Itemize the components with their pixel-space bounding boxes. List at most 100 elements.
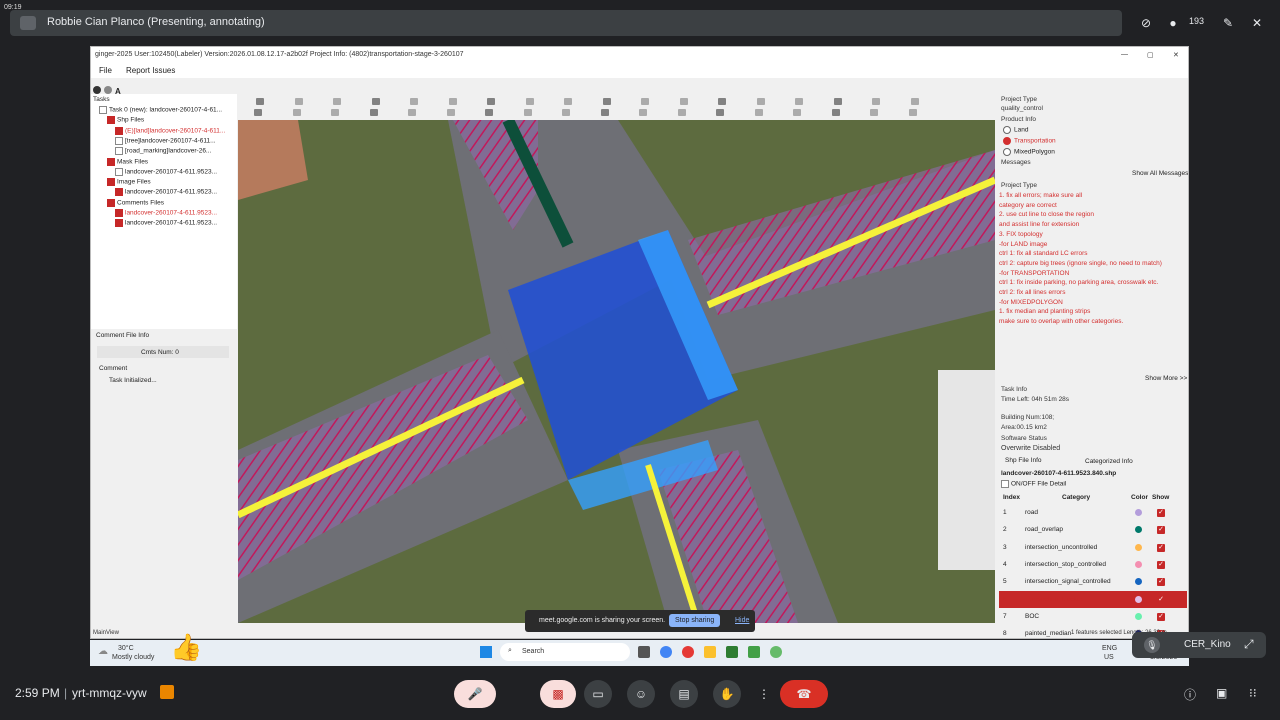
tree-item[interactable]: Mask Files	[107, 157, 148, 166]
map-tool-icon[interactable]	[872, 98, 880, 105]
chrome-icon[interactable]	[660, 646, 672, 658]
taskbar-search-box[interactable]	[500, 643, 630, 661]
map-tool-icon[interactable]	[602, 98, 611, 105]
show-checkbox[interactable]: ✓	[1157, 560, 1165, 569]
category-color-swatch[interactable]	[1135, 560, 1142, 568]
tab-categorized-info[interactable]: Categorized Info	[1085, 458, 1133, 465]
tree-item[interactable]: Task 0 (new): landcover-260107-4-61...	[99, 106, 222, 114]
show-checkbox[interactable]: ✓	[1157, 526, 1165, 535]
tree-item-checkbox[interactable]	[115, 219, 123, 228]
show-checkbox[interactable]: ✓	[1157, 612, 1165, 621]
camera-toggle-button[interactable]: ▩	[540, 680, 576, 708]
map-tool-icon[interactable]	[833, 98, 842, 105]
map-tool-icon[interactable]	[410, 98, 418, 105]
map-tool-icon[interactable]	[754, 109, 763, 116]
map-tool-icon[interactable]	[294, 98, 303, 105]
category-color-swatch[interactable]	[1135, 526, 1142, 534]
map-tool-icon[interactable]	[446, 109, 455, 116]
tree-item[interactable]: [tree]landcover-260107-4-611...	[115, 136, 216, 145]
show-checkbox[interactable]: ✓	[1157, 543, 1165, 552]
stop-sharing-button[interactable]: Stop sharing	[669, 614, 721, 627]
tree-item[interactable]: (E)[land]landcover-260107-4-611...	[115, 126, 225, 135]
map-tool-icon[interactable]	[448, 98, 457, 105]
category-color-swatch[interactable]	[1135, 509, 1142, 516]
map-tool-icon[interactable]	[562, 109, 570, 116]
category-row[interactable]: 3 intersection_uncontrolled ✓	[999, 539, 1187, 556]
show-checkbox[interactable]: ✓	[1157, 509, 1165, 517]
map-tool-icon[interactable]	[910, 98, 919, 105]
map-tool-icon[interactable]	[870, 109, 878, 116]
map-tool-icon[interactable]	[793, 109, 801, 116]
map-tool-icon[interactable]	[525, 98, 534, 105]
map-tool-icon[interactable]	[908, 109, 917, 116]
self-view-tile[interactable]: 🎙 CER_Kino ⤢	[1132, 632, 1266, 658]
tree-item-checkbox[interactable]	[99, 106, 107, 114]
map-tool-icon[interactable]	[485, 109, 493, 116]
close-button[interactable]: ✕	[1173, 51, 1179, 59]
map-tool-icon[interactable]	[331, 109, 339, 116]
category-color-swatch[interactable]	[1135, 578, 1142, 586]
tree-item-checkbox[interactable]	[115, 126, 123, 135]
menu-report-issues[interactable]: Report Issues	[126, 66, 175, 75]
file-explorer-icon[interactable]	[704, 646, 716, 658]
map-tool-icon[interactable]	[756, 98, 765, 105]
map-tool-icon[interactable]	[408, 109, 416, 116]
map-tool-icon[interactable]	[831, 109, 840, 116]
tree-item-checkbox[interactable]	[107, 178, 115, 187]
radio-icon[interactable]	[1003, 137, 1011, 145]
hide-banner-link[interactable]: Hide	[735, 617, 749, 624]
mic-toggle-button[interactable]: 🎤	[454, 680, 496, 708]
menu-file[interactable]: File	[99, 66, 112, 75]
sheets-icon[interactable]	[748, 646, 760, 658]
category-color-swatch[interactable]	[1135, 612, 1142, 620]
activity-badge-icon[interactable]	[160, 685, 174, 699]
map-tool-icon[interactable]	[254, 109, 262, 116]
tree-item[interactable]: [road_marking]landcover-26...	[115, 147, 211, 156]
map-tool-icon[interactable]	[718, 98, 726, 105]
tree-item[interactable]: landcover-260107-4-611.9523...	[115, 188, 217, 197]
maps-app-icon[interactable]	[770, 646, 782, 658]
show-checkbox[interactable]: ✓	[1157, 578, 1165, 587]
map-tool-icon[interactable]	[487, 98, 495, 105]
excel-icon[interactable]	[726, 646, 738, 658]
raise-hand-button[interactable]: ✋	[713, 680, 741, 708]
windows-start-icon[interactable]	[480, 646, 492, 658]
participants-icon[interactable]: ●	[1162, 12, 1184, 34]
tree-item-checkbox[interactable]	[107, 198, 115, 207]
tree-item[interactable]: Image Files	[107, 178, 151, 187]
map-tool-icon[interactable]	[679, 98, 688, 105]
category-row[interactable]: 6 intersection_blocked ✓	[999, 590, 1187, 608]
maximize-button[interactable]: ▢	[1147, 51, 1154, 59]
category-row[interactable]: 1 road ✓	[999, 504, 1187, 521]
tree-item[interactable]: landcover-260107-4-611.9523...	[115, 219, 217, 228]
map-tool-icon[interactable]	[523, 109, 532, 116]
info-icon-bottom[interactable]: ⓘ	[1184, 686, 1196, 703]
tree-item-checkbox[interactable]	[115, 147, 123, 156]
map-tool-icon[interactable]	[564, 98, 572, 105]
category-color-swatch[interactable]	[1135, 595, 1142, 603]
activities-icon[interactable]: ⁝⁝	[1249, 686, 1257, 700]
tree-item[interactable]: Shp Files	[107, 116, 144, 125]
expand-icon[interactable]: ⤢	[1244, 637, 1254, 652]
onoff-checkbox[interactable]	[1001, 480, 1009, 488]
tree-item-checkbox[interactable]	[115, 167, 123, 176]
info-icon[interactable]	[93, 86, 101, 94]
map-view[interactable]	[238, 120, 995, 623]
map-tool-icon[interactable]	[256, 98, 264, 105]
unpin-icon[interactable]: ✕	[1246, 12, 1268, 34]
radio-icon[interactable]	[1003, 148, 1011, 156]
tree-item-checkbox[interactable]	[115, 209, 123, 217]
tree-item-checkbox[interactable]	[115, 136, 123, 145]
product-option-mixedpolygon[interactable]: MixedPolygon	[1003, 148, 1055, 156]
map-tool-icon[interactable]	[716, 109, 724, 116]
map-tool-icon[interactable]	[639, 109, 647, 116]
annotate-pen-icon[interactable]: ✎	[1217, 12, 1239, 34]
tree-item-checkbox[interactable]	[107, 157, 115, 166]
product-option-land[interactable]: Land	[1003, 126, 1028, 134]
minimize-button[interactable]: —	[1121, 51, 1128, 58]
show-more-button[interactable]: Show More >>	[1145, 375, 1187, 382]
media-app-icon[interactable]	[682, 646, 694, 658]
present-button[interactable]: ▭	[584, 680, 612, 708]
product-option-transportation[interactable]: Transportation	[1003, 137, 1056, 145]
aerial-map-canvas[interactable]	[238, 120, 995, 623]
